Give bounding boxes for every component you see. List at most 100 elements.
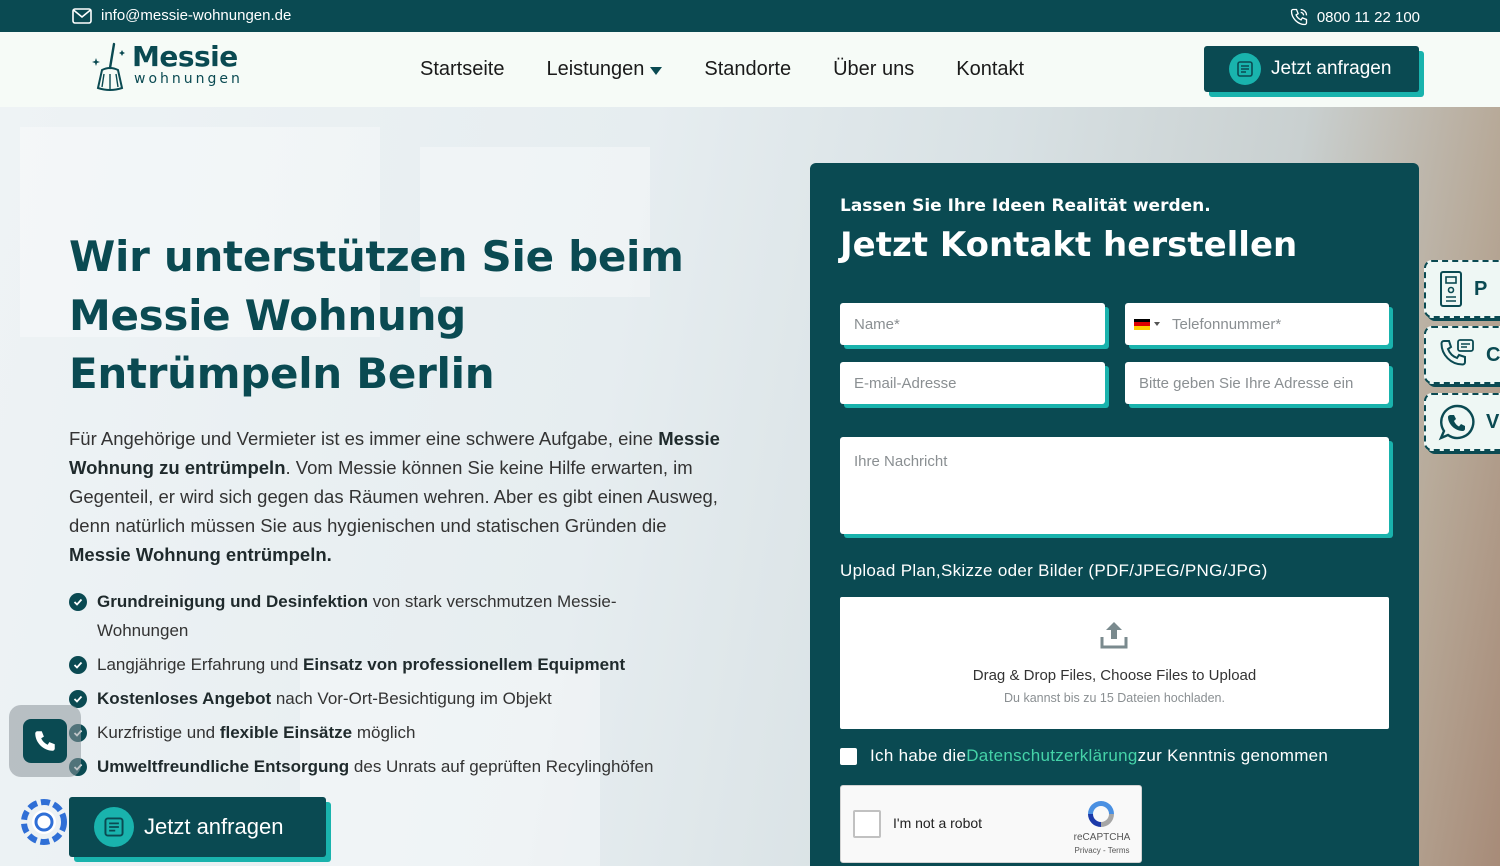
mail-icon: [72, 7, 92, 24]
contact-form: Lassen Sie Ihre Ideen Realität werden. J…: [810, 163, 1419, 866]
feature-item: Umweltfreundliche Entsorgung des Unrats …: [69, 752, 689, 781]
address-field[interactable]: Bitte geben Sie Ihre Adresse ein: [1125, 362, 1389, 404]
caret-down-icon: [650, 66, 663, 75]
topbar-phone-link[interactable]: 0800 11 22 100: [1289, 7, 1420, 27]
nav-label: Startseite: [420, 58, 505, 80]
nav-item-standorte[interactable]: Standorte: [704, 58, 791, 81]
feature-bold: flexible Einsätze: [219, 722, 353, 742]
header-request-button[interactable]: Jetzt anfragen: [1204, 46, 1419, 92]
intro-text: Für Angehörige und Vermieter ist es imme…: [69, 427, 659, 449]
hero-content: Wir unterstützen Sie beim Messie Wohnung…: [69, 228, 729, 786]
message-field[interactable]: Ihre Nachricht: [840, 437, 1389, 534]
privacy-policy-link[interactable]: Datenschutzerklärung: [966, 746, 1137, 766]
consent-checkbox[interactable]: [840, 747, 857, 765]
caret-down-icon: [1154, 322, 1160, 326]
dropzone-text: Drag & Drop Files, Choose Files to Uploa…: [972, 667, 1257, 684]
consent-text: zur Kenntnis genommen: [1137, 746, 1329, 765]
logo-title: Messie: [132, 40, 238, 73]
feature-bold: Umweltfreundliche Entsorgung: [97, 756, 350, 776]
phone-icon: [35, 731, 55, 751]
feature-item: Langjährige Erfahrung und Einsatz von pr…: [69, 650, 689, 679]
cookie-settings-icon[interactable]: [20, 798, 68, 846]
feature-bold: Grundreinigung und Desinfektion: [97, 591, 369, 611]
hero-intro: Für Angehörige und Vermieter ist es imme…: [69, 424, 729, 569]
feature-bold: Kostenloses Angebot: [97, 688, 272, 708]
form-list-icon: [1229, 53, 1261, 85]
side-tab-intercom[interactable]: P: [1424, 260, 1500, 318]
nav-item-ueber-uns[interactable]: Über uns: [833, 58, 914, 81]
phone-field[interactable]: Telefonnummer*: [1125, 303, 1389, 345]
feature-bold: Einsatz von professionellem Equipment: [303, 654, 626, 674]
name-placeholder: Name*: [854, 315, 900, 333]
nav-item-leistungen[interactable]: Leistungen: [546, 58, 663, 81]
phone-icon: [1290, 8, 1308, 26]
upload-label: Upload Plan,Skizze oder Bilder (PDF/JPEG…: [840, 561, 1268, 580]
feature-list: Grundreinigung und Desinfektion von star…: [69, 587, 689, 781]
side-tab-callback[interactable]: C: [1424, 326, 1500, 384]
whatsapp-icon: [1438, 404, 1475, 441]
feature-text: nach Vor-Ort-Besichtigung im Objekt: [271, 688, 552, 708]
hero-heading-line: Wir unterstützen Sie beim: [69, 232, 684, 281]
form-kicker: Lassen Sie Ihre Ideen Realität werden.: [840, 196, 1211, 216]
email-placeholder: E-mail-Adresse: [854, 374, 957, 392]
phone-placeholder: Telefonnummer*: [1172, 315, 1282, 333]
feature-item: Kurzfristige und flexible Einsätze mögli…: [69, 718, 689, 747]
floating-call-inner: [23, 719, 67, 763]
hero-heading-line: Messie Wohnung: [69, 290, 466, 340]
feature-text: möglich: [352, 722, 416, 742]
recaptcha-terms-link[interactable]: Privacy - Terms: [1067, 846, 1137, 855]
hero-heading: Wir unterstützen Sie beim Messie Wohnung…: [69, 228, 729, 404]
intercom-icon: [1440, 271, 1462, 307]
recaptcha-brand: reCAPTCHA: [1073, 832, 1131, 843]
top-bar: info@messie-wohnungen.de 0800 11 22 100: [0, 0, 1500, 32]
recaptcha-label: I'm not a robot: [893, 815, 983, 831]
site-header: Messie wohnungen Startseite Leistungen S…: [0, 32, 1500, 107]
hero-cta-label: Jetzt anfragen: [144, 814, 284, 839]
side-tab-label: V: [1486, 410, 1500, 433]
broom-logo-icon: [92, 42, 125, 91]
logo-subtitle: wohnungen: [134, 71, 243, 87]
nav-label: Über uns: [833, 58, 915, 80]
topbar-email: info@messie-wohnungen.de: [101, 7, 292, 24]
header-cta-label: Jetzt anfragen: [1271, 58, 1392, 79]
check-icon: [69, 655, 87, 674]
form-title: Jetzt Kontakt herstellen: [840, 225, 1298, 265]
consent-text: Ich habe die: [870, 746, 967, 765]
side-tab-whatsapp[interactable]: V: [1424, 393, 1500, 451]
germany-flag-icon[interactable]: [1134, 318, 1150, 330]
feature-text: des Unrats auf geprüften Recylinghöfen: [349, 756, 654, 776]
recaptcha-logo-icon: [1088, 801, 1114, 827]
message-placeholder: Ihre Nachricht: [854, 453, 948, 470]
logo[interactable]: Messie wohnungen: [92, 42, 243, 94]
nav-item-startseite[interactable]: Startseite: [420, 58, 504, 81]
hero-section: Wir unterstützen Sie beim Messie Wohnung…: [0, 107, 1500, 866]
email-field[interactable]: E-mail-Adresse: [840, 362, 1105, 404]
phone-chat-icon: [1440, 339, 1474, 366]
feature-item: Grundreinigung und Desinfektion von star…: [69, 587, 689, 645]
form-list-icon: [94, 807, 134, 847]
feature-text: Kurzfristige und: [97, 722, 220, 742]
side-tab-label: P: [1474, 277, 1488, 300]
nav-label: Leistungen: [546, 58, 645, 80]
address-placeholder: Bitte geben Sie Ihre Adresse ein: [1139, 374, 1354, 392]
file-dropzone[interactable]: Drag & Drop Files, Choose Files to Uploa…: [840, 597, 1389, 729]
feature-item: Kostenloses Angebot nach Vor-Ort-Besicht…: [69, 684, 689, 713]
recaptcha-checkbox[interactable]: [853, 810, 881, 838]
hero-request-button[interactable]: Jetzt anfragen: [69, 797, 326, 857]
recaptcha-widget: I'm not a robot reCAPTCHA Privacy - Term…: [840, 785, 1142, 863]
nav-item-kontakt[interactable]: Kontakt: [956, 58, 1024, 81]
feature-text: Langjährige Erfahrung und: [97, 654, 304, 674]
intro-bold: Messie Wohnung entrümpeln.: [69, 543, 332, 565]
floating-call-button[interactable]: [9, 705, 81, 777]
dropzone-hint: Du kannst bis zu 15 Dateien hochladen.: [1004, 691, 1225, 705]
upload-icon: [1100, 622, 1128, 649]
check-icon: [69, 592, 87, 611]
nav-label: Kontakt: [956, 58, 1025, 80]
topbar-phone: 0800 11 22 100: [1316, 8, 1420, 26]
hero-heading-line: Entrümpeln Berlin: [69, 349, 495, 398]
nav-label: Standorte: [704, 58, 792, 80]
privacy-consent: Ich habe die Datenschutzerklärung zur Ke…: [840, 746, 1328, 766]
name-field[interactable]: Name*: [840, 303, 1105, 345]
main-nav: Startseite Leistungen Standorte Über uns…: [420, 58, 1024, 81]
topbar-email-link[interactable]: info@messie-wohnungen.de: [72, 7, 291, 24]
